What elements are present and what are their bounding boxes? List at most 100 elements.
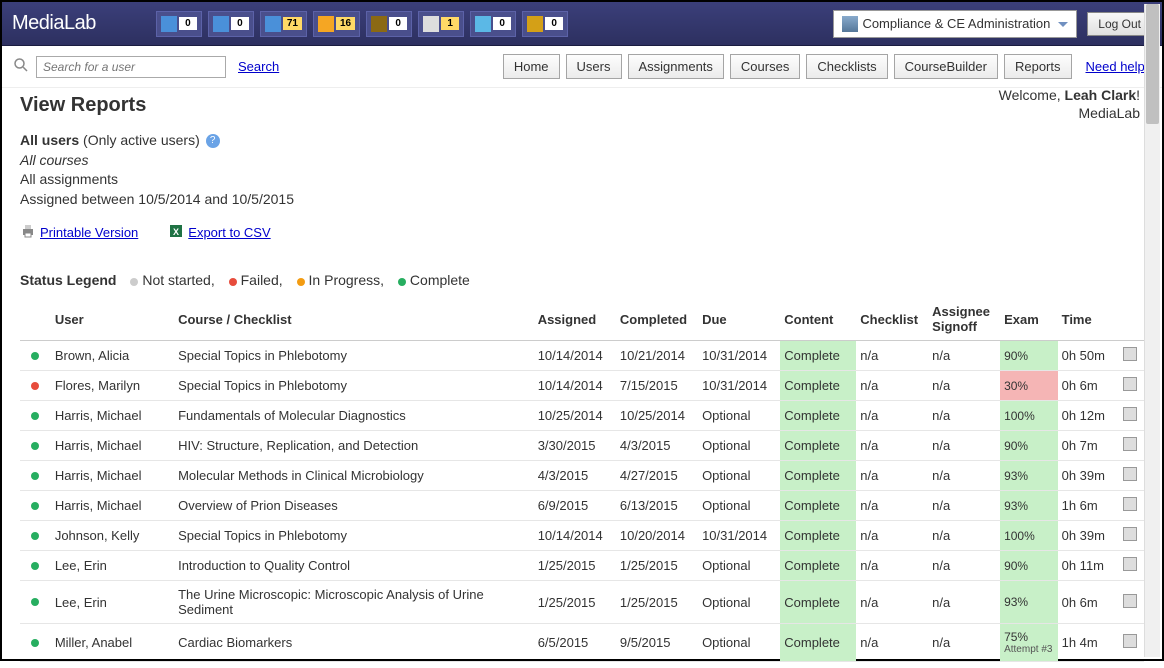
scrollbar[interactable] <box>1144 4 1160 657</box>
cell-content: Complete <box>780 551 856 581</box>
cell-signoff: n/a <box>928 521 1000 551</box>
cell-time: 0h 7m <box>1058 431 1120 461</box>
folder-icon <box>318 16 334 32</box>
admin-dropdown[interactable]: Compliance & CE Administration <box>833 10 1077 38</box>
cell-checklist: n/a <box>856 521 928 551</box>
nav-icon-4[interactable]: 16 <box>313 11 360 37</box>
cell-content: Complete <box>780 521 856 551</box>
cell-assigned: 6/9/2015 <box>534 491 616 521</box>
cell-detail[interactable] <box>1119 371 1144 401</box>
cell-due: Optional <box>698 401 780 431</box>
cell-exam: 30% <box>1000 371 1058 401</box>
table-row: Harris, MichaelFundamentals of Molecular… <box>20 401 1144 431</box>
scrollbar-thumb[interactable] <box>1146 4 1159 124</box>
printable-link[interactable]: Printable Version <box>20 223 138 242</box>
cell-assigned: 4/3/2015 <box>534 461 616 491</box>
cell-time: 0h 6m <box>1058 371 1120 401</box>
cell-course: Fundamentals of Molecular Diagnostics <box>174 401 534 431</box>
tab-bar: Search Home Users Assignments Courses Ch… <box>2 46 1162 88</box>
cell-exam: 75%Attempt #3 <box>1000 624 1058 662</box>
cell-content: Complete <box>780 431 856 461</box>
cell-signoff: n/a <box>928 431 1000 461</box>
cell-detail[interactable] <box>1119 461 1144 491</box>
search-input[interactable] <box>36 56 226 78</box>
tab-assignments[interactable]: Assignments <box>628 54 724 79</box>
cell-assigned: 1/25/2015 <box>534 551 616 581</box>
tab-courses[interactable]: Courses <box>730 54 800 79</box>
status-dot-icon <box>31 562 39 570</box>
tab-checklists[interactable]: Checklists <box>806 54 887 79</box>
detail-icon <box>1123 467 1137 481</box>
cell-detail[interactable] <box>1119 491 1144 521</box>
admin-icon <box>842 16 858 32</box>
filter-summary: All users (Only active users) ? All cour… <box>20 131 1144 209</box>
dot-not-started-icon <box>130 278 138 286</box>
cell-course: HIV: Structure, Replication, and Detecti… <box>174 431 534 461</box>
nav-icon-3[interactable]: 71 <box>260 11 307 37</box>
cell-assigned: 6/5/2015 <box>534 624 616 662</box>
cell-detail[interactable] <box>1119 431 1144 461</box>
nav-icon-5[interactable]: 0 <box>366 11 412 37</box>
help-icon[interactable]: ? <box>206 134 220 148</box>
cell-detail[interactable] <box>1119 551 1144 581</box>
nav-icon-7[interactable]: 0 <box>470 11 516 37</box>
cell-assigned: 3/30/2015 <box>534 431 616 461</box>
tab-reports[interactable]: Reports <box>1004 54 1072 79</box>
cell-detail[interactable] <box>1119 581 1144 624</box>
export-row: Printable Version XExport to CSV <box>20 223 1144 242</box>
cell-assigned: 1/25/2015 <box>534 581 616 624</box>
cell-checklist: n/a <box>856 371 928 401</box>
header-bar: MediaLab 0 0 71 16 0 1 0 0 Compliance & … <box>2 2 1162 46</box>
cell-detail[interactable] <box>1119 401 1144 431</box>
cell-time: 0h 39m <box>1058 521 1120 551</box>
cell-signoff: n/a <box>928 581 1000 624</box>
help-link[interactable]: Need help? <box>1086 59 1153 74</box>
cell-completed: 10/20/2014 <box>616 521 698 551</box>
cell-completed: 9/5/2015 <box>616 624 698 662</box>
detail-icon <box>1123 497 1137 511</box>
nav-icon-1[interactable]: 0 <box>156 11 202 37</box>
cell-user: Harris, Michael <box>51 431 174 461</box>
cell-content: Complete <box>780 491 856 521</box>
cell-course: The Urine Microscopic: Microscopic Analy… <box>174 581 534 624</box>
cell-assigned: 10/14/2014 <box>534 341 616 371</box>
cell-signoff: n/a <box>928 491 1000 521</box>
cell-exam: 100% <box>1000 521 1058 551</box>
tab-home[interactable]: Home <box>503 54 560 79</box>
document-icon <box>423 16 439 32</box>
nav-icon-8[interactable]: 0 <box>522 11 568 37</box>
cell-course: Introduction to Quality Control <box>174 551 534 581</box>
dot-failed-icon <box>229 278 237 286</box>
cell-exam: 93% <box>1000 491 1058 521</box>
cell-signoff: n/a <box>928 551 1000 581</box>
tab-coursebuilder[interactable]: CourseBuilder <box>894 54 998 79</box>
cell-detail[interactable] <box>1119 624 1144 662</box>
cell-assigned: 10/14/2014 <box>534 521 616 551</box>
clipboard-icon <box>161 16 177 32</box>
cell-completed: 7/15/2015 <box>616 371 698 401</box>
cell-signoff: n/a <box>928 401 1000 431</box>
detail-icon <box>1123 437 1137 451</box>
cell-time: 0h 6m <box>1058 581 1120 624</box>
detail-icon <box>1123 347 1137 361</box>
pencil-icon <box>527 16 543 32</box>
status-dot-icon <box>31 532 39 540</box>
tab-users[interactable]: Users <box>566 54 622 79</box>
report-table: User Course / Checklist Assigned Complet… <box>20 298 1144 662</box>
logout-button[interactable]: Log Out <box>1087 12 1152 36</box>
cell-completed: 4/27/2015 <box>616 461 698 491</box>
cell-detail[interactable] <box>1119 341 1144 371</box>
search-link[interactable]: Search <box>238 59 279 74</box>
nav-icon-6[interactable]: 1 <box>418 11 464 37</box>
status-dot-icon <box>31 442 39 450</box>
export-csv-link[interactable]: XExport to CSV <box>168 223 270 242</box>
status-dot-icon <box>31 472 39 480</box>
status-dot-icon <box>31 382 39 390</box>
cell-detail[interactable] <box>1119 521 1144 551</box>
cell-due: Optional <box>698 624 780 662</box>
nav-icon-2[interactable]: 0 <box>208 11 254 37</box>
cell-course: Special Topics in Phlebotomy <box>174 341 534 371</box>
cell-content: Complete <box>780 371 856 401</box>
detail-icon <box>1123 557 1137 571</box>
shield-icon <box>371 16 387 32</box>
